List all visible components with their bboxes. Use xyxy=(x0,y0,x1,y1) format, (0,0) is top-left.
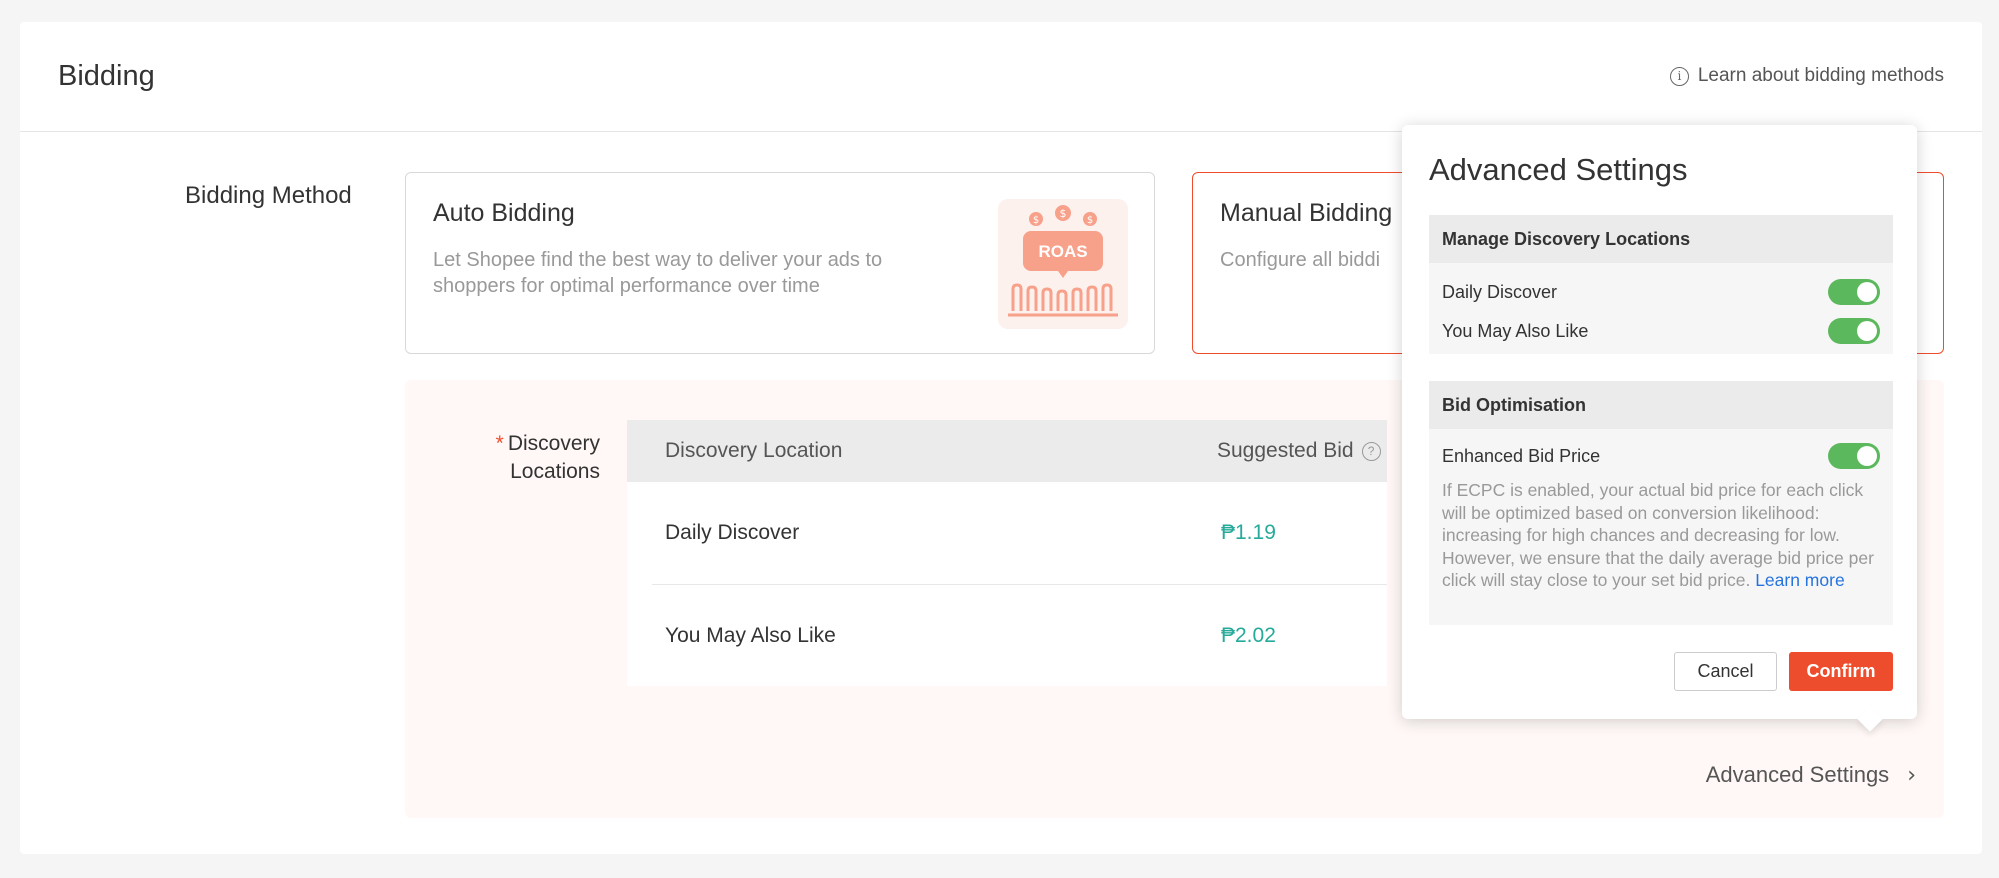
roas-text: ROAS xyxy=(1038,242,1087,261)
row-location: You May Also Like xyxy=(665,624,836,647)
table-header: Discovery Location Suggested Bid ? xyxy=(627,420,1387,482)
svg-text:$: $ xyxy=(1033,215,1039,226)
required-mark: * xyxy=(495,432,504,455)
discovery-label-text: Discovery Locations xyxy=(507,432,600,483)
ecpc-description: If ECPC is enabled, your actual bid pric… xyxy=(1442,479,1882,592)
advanced-settings-label: Advanced Settings xyxy=(1705,762,1890,787)
learn-more-link[interactable]: Learn more xyxy=(1755,570,1845,590)
manual-bidding-title: Manual Bidding xyxy=(1220,199,1393,227)
card-header: Bidding i Learn about bidding methods xyxy=(20,22,1982,132)
popover-title: Advanced Settings xyxy=(1429,152,1688,187)
table-row: You May Also Like ₱2.02 xyxy=(627,585,1387,687)
svg-text:$: $ xyxy=(1060,207,1067,220)
advanced-settings-link[interactable]: Advanced Settings › xyxy=(1706,762,1916,788)
help-icon[interactable]: ? xyxy=(1361,441,1381,461)
discovery-table: Discovery Location Suggested Bid ? Daily… xyxy=(627,420,1387,686)
roas-illustration: $ $ $ ROAS xyxy=(998,199,1128,329)
toggle-row-daily-discover: Daily Discover xyxy=(1442,279,1880,305)
row-suggested-bid: ₱2.02 xyxy=(1221,624,1276,647)
suggested-bid-label: Suggested Bid xyxy=(1217,439,1354,462)
bid-optimisation-section: Bid Optimisation Enhanced Bid Price If E… xyxy=(1429,381,1893,625)
bid-optimisation-heading: Bid Optimisation xyxy=(1429,381,1893,429)
manage-discovery-section: Manage Discovery Locations Daily Discove… xyxy=(1429,215,1893,354)
learn-bidding-methods-link[interactable]: i Learn about bidding methods xyxy=(1669,65,1944,87)
toggle-label: You May Also Like xyxy=(1442,321,1589,341)
toggle-label: Enhanced Bid Price xyxy=(1442,446,1601,466)
confirm-button[interactable]: Confirm xyxy=(1789,652,1893,691)
page-title: Bidding xyxy=(58,60,155,92)
advanced-settings-popover: Advanced Settings Manage Discovery Locat… xyxy=(1402,125,1917,732)
column-suggested-bid: Suggested Bid ? xyxy=(1217,439,1381,463)
toggle-row-enhanced-bid-price: Enhanced Bid Price xyxy=(1442,443,1880,469)
auto-bidding-option[interactable]: Auto Bidding Let Shopee find the best wa… xyxy=(405,172,1155,354)
daily-discover-toggle[interactable] xyxy=(1828,279,1880,305)
info-icon: i xyxy=(1669,66,1689,86)
toggle-row-you-may-also-like: You May Also Like xyxy=(1442,318,1880,344)
svg-text:$: $ xyxy=(1087,215,1093,226)
auto-bidding-description: Let Shopee find the best way to deliver … xyxy=(433,249,883,297)
manage-discovery-heading: Manage Discovery Locations xyxy=(1429,215,1893,263)
bidding-method-label: Bidding Method xyxy=(185,182,352,209)
column-discovery-location: Discovery Location xyxy=(665,439,843,462)
row-location: Daily Discover xyxy=(665,521,800,544)
cancel-button[interactable]: Cancel xyxy=(1674,652,1777,691)
enhanced-bid-price-toggle[interactable] xyxy=(1828,443,1880,469)
chevron-right-icon: › xyxy=(1907,762,1916,788)
learn-link-label: Learn about bidding methods xyxy=(1697,65,1944,86)
row-suggested-bid: ₱1.19 xyxy=(1221,521,1276,544)
discovery-locations-label: * Discovery Locations xyxy=(460,430,600,486)
auto-bidding-title: Auto Bidding xyxy=(433,199,575,227)
toggle-label: Daily Discover xyxy=(1442,282,1558,302)
you-may-also-like-toggle[interactable] xyxy=(1828,318,1880,344)
table-row: Daily Discover ₱1.19 xyxy=(627,482,1387,584)
roas-chart-icon: $ $ $ ROAS xyxy=(1008,205,1118,317)
